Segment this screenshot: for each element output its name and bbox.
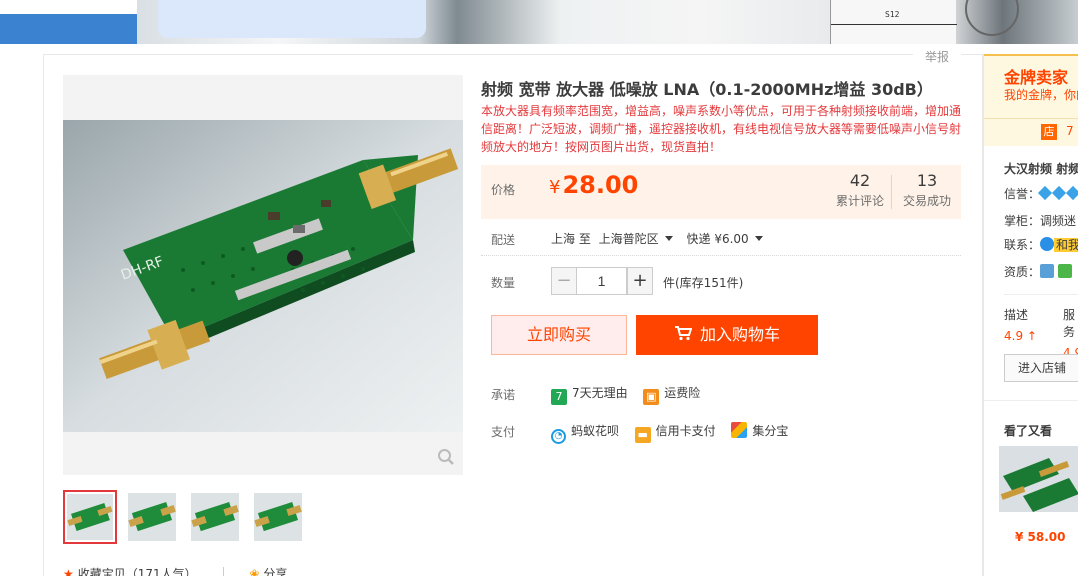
- keeper-label: 掌柜：: [1004, 214, 1041, 228]
- gold-seller-title: 金牌卖家: [1004, 68, 1069, 87]
- rating-service-label: 服务: [1063, 308, 1076, 339]
- product-main-image[interactable]: DH-RF: [63, 120, 463, 432]
- review-stat[interactable]: 42 累计评论: [825, 171, 895, 209]
- currency-symbol: ¥: [549, 177, 561, 198]
- rating-service: 服务 4.9: [1063, 306, 1078, 360]
- review-label: 累计评论: [835, 194, 884, 208]
- price-label: 价格: [491, 183, 516, 197]
- top-banner[interactable]: S12: [0, 0, 1078, 44]
- credit-card-icon: ▬: [634, 427, 651, 443]
- payment-list: ◔ 蚂蚁花呗 ▬ 信用卡支付 集分宝: [551, 422, 788, 444]
- diamond-icon: [1051, 185, 1067, 201]
- sales-count: 13: [916, 171, 938, 190]
- banner-blue-block: [0, 0, 137, 44]
- add-to-cart-button[interactable]: 加入购物车: [636, 315, 818, 355]
- contact-row: 联系： 和我: [1004, 236, 1078, 253]
- also-viewed-thumbnail[interactable]: [999, 446, 1078, 512]
- amplifier-board-photo: DH-RF: [63, 120, 463, 432]
- ship-method-select[interactable]: 快递 ¥6.00: [683, 232, 769, 246]
- qualification-label: 资质：: [1004, 265, 1041, 279]
- banner-circuit-image: S12: [830, 0, 957, 44]
- promise-label: 承诺: [491, 388, 516, 402]
- sales-stat[interactable]: 13 交易成功: [892, 171, 962, 209]
- product-gallery[interactable]: DH-RF: [63, 75, 463, 475]
- quantity-plus-button[interactable]: +: [627, 267, 653, 295]
- quantity-minus-button[interactable]: −: [551, 267, 577, 295]
- price-value: ¥28.00: [549, 171, 638, 199]
- certified-icon[interactable]: [1058, 264, 1073, 278]
- rating-description-value: 4.9 ↑: [1004, 329, 1037, 343]
- chevron-down-icon: [754, 236, 763, 241]
- quantity-label: 数量: [491, 276, 516, 290]
- thumbnail-2[interactable]: [125, 490, 179, 544]
- price-box: 价格 ¥28.00 42 累计评论 13 交易成功: [481, 165, 961, 219]
- promise-item-insurance[interactable]: 运费险: [664, 386, 700, 400]
- license-icon[interactable]: [1040, 264, 1055, 278]
- shop-count: 7: [1066, 124, 1074, 138]
- shipping-insurance-icon: ▣: [643, 389, 660, 405]
- qualification-row: 资质：: [1004, 263, 1073, 280]
- product-title: 射频 宽带 放大器 低噪放 LNA（0.1-2000MHz增益 30dB）: [481, 80, 933, 99]
- wangwang-icon: [1040, 237, 1055, 251]
- also-viewed-price: ¥ 58.00: [1015, 530, 1066, 544]
- favorite-link[interactable]: 收藏宝贝（171人气）: [78, 567, 197, 576]
- product-subtitle: 本放大器具有频率范围宽，增益高，噪声系数小等优点，可用于各种射频接收前端，增加通…: [481, 104, 962, 154]
- payment-item-huabei[interactable]: 蚂蚁花呗: [571, 424, 619, 438]
- price-amount: 28.00: [562, 171, 639, 199]
- diamond-icon: [1065, 185, 1078, 201]
- report-link[interactable]: 举报: [913, 48, 962, 65]
- diamond-icon: [1037, 185, 1053, 201]
- shop-name-link[interactable]: 大汉射频 射频: [1004, 160, 1078, 177]
- enter-shop-button[interactable]: 进入店铺: [1004, 354, 1078, 382]
- keeper-name[interactable]: 调频迷: [1040, 214, 1076, 228]
- huabei-icon: ◔: [551, 429, 566, 444]
- thumbnail-3[interactable]: [188, 490, 242, 544]
- payment-item-jifenbao[interactable]: 集分宝: [752, 424, 788, 438]
- rating-description: 描述 4.9 ↑: [1004, 306, 1037, 343]
- divider: [1004, 294, 1078, 295]
- shipping-info: 上海 至 上海普陀区 快递 ¥6.00: [551, 230, 769, 247]
- payment-item-credit-card[interactable]: 信用卡支付: [656, 424, 716, 438]
- review-count: 42: [849, 171, 871, 190]
- shop-count-row[interactable]: 店 7: [984, 118, 1078, 144]
- add-to-cart-label: 加入购物车: [699, 325, 780, 344]
- chevron-down-icon: [664, 236, 673, 241]
- gold-seller-subtitle: 我的金牌，你的: [1004, 88, 1078, 102]
- cart-icon: [674, 316, 693, 356]
- banner-bubble: [158, 0, 426, 38]
- thumbnail-4[interactable]: [251, 490, 305, 544]
- divider: [481, 255, 961, 256]
- contact-label: 联系：: [1004, 238, 1041, 252]
- seller-sidebar: 金牌卖家 我的金牌，你的 店 7 大汉射频 射频 信誉： 掌柜：调频迷 联系： 和…: [983, 54, 1078, 576]
- ship-to-select[interactable]: 上海普陀区: [595, 232, 679, 246]
- star-icon: ★: [63, 567, 74, 576]
- sales-label: 交易成功: [902, 194, 951, 208]
- zoom-icon[interactable]: [437, 448, 455, 469]
- also-viewed-title: 看了又看: [1004, 424, 1053, 438]
- keeper-row: 掌柜：调频迷: [1004, 212, 1076, 229]
- ship-from: 上海 至: [551, 232, 591, 246]
- promise-item-seven-day[interactable]: 7天无理由: [572, 386, 628, 400]
- shop-icon: 店: [1041, 124, 1057, 140]
- social-bar: ★ 收藏宝贝（171人气） ❀ 分享: [63, 565, 287, 576]
- gold-seller-box: 金牌卖家 我的金牌，你的 店 7: [984, 54, 1078, 146]
- stock-text: 件(库存151件): [663, 276, 744, 290]
- divider: [222, 567, 224, 576]
- promise-list: 7 7天无理由 ▣ 运费险: [551, 384, 700, 405]
- quantity-input[interactable]: 1: [576, 267, 627, 295]
- credit-label: 信誉：: [1004, 187, 1041, 201]
- credit-row: 信誉：: [1004, 185, 1078, 202]
- contact-button[interactable]: 和我: [1054, 238, 1078, 252]
- seven-day-icon: 7: [551, 389, 567, 405]
- buy-now-button[interactable]: 立即购买: [491, 315, 627, 355]
- share-link[interactable]: 分享: [263, 567, 287, 576]
- jifenbao-icon: [731, 422, 748, 438]
- payment-label: 支付: [491, 425, 516, 439]
- share-icon: ❀: [249, 567, 260, 576]
- thumbnail-1[interactable]: [63, 490, 117, 544]
- divider: [984, 400, 1078, 401]
- shipping-label: 配送: [491, 233, 516, 247]
- rating-description-label: 描述: [1004, 308, 1029, 322]
